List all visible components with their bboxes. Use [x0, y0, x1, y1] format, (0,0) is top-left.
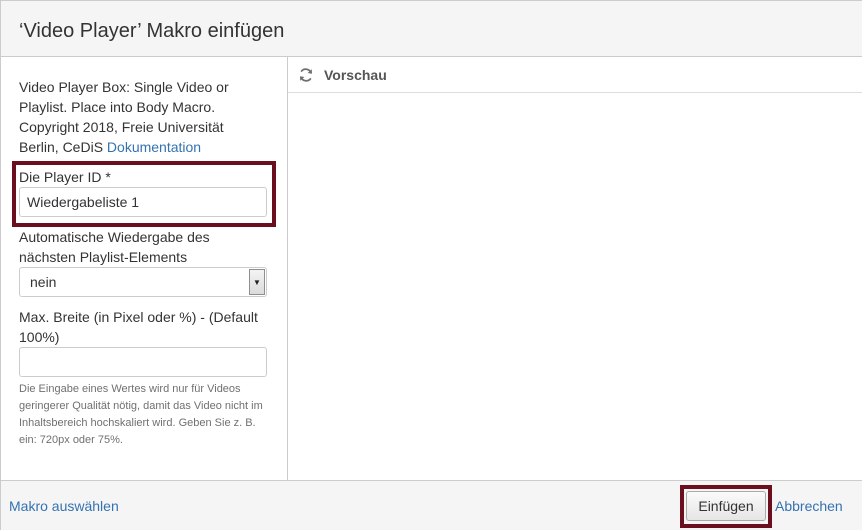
max-width-input[interactable] [19, 347, 267, 377]
dialog-title: ‘Video Player’ Makro einfügen [19, 20, 285, 42]
refresh-icon[interactable] [298, 67, 314, 83]
dialog-footer: Makro auswählen Einfügen Abbrechen [1, 480, 862, 530]
preview-header: Vorschau [288, 57, 862, 93]
autoplay-select[interactable]: nein ▼ [19, 267, 267, 297]
preview-panel: Vorschau [288, 57, 862, 480]
preview-title: Vorschau [324, 67, 387, 83]
autoplay-label: Automatische Wiedergabe des nächsten Pla… [19, 229, 210, 265]
dialog-header: ‘Video Player’ Makro einfügen [1, 1, 862, 57]
cancel-link[interactable]: Abbrechen [775, 498, 843, 514]
macro-parameters-panel: Video Player Box: Single Video or Playli… [1, 57, 288, 480]
insert-button[interactable]: Einfügen [686, 491, 766, 521]
player-id-input[interactable] [19, 187, 267, 217]
chevron-down-icon[interactable]: ▼ [249, 269, 265, 295]
player-id-label: Die Player ID * [19, 169, 111, 185]
select-macro-link[interactable]: Makro auswählen [9, 498, 119, 514]
autoplay-selected-value: nein [30, 274, 57, 290]
macro-description: Video Player Box: Single Video or Playli… [19, 77, 267, 157]
max-width-help: Die Eingabe eines Wertes wird nur für Vi… [19, 383, 263, 446]
max-width-label: Max. Breite (in Pixel oder %) - (Default… [19, 309, 258, 345]
macro-dialog: ‘Video Player’ Makro einfügen Video Play… [0, 0, 862, 530]
documentation-link[interactable]: Dokumentation [107, 139, 201, 155]
